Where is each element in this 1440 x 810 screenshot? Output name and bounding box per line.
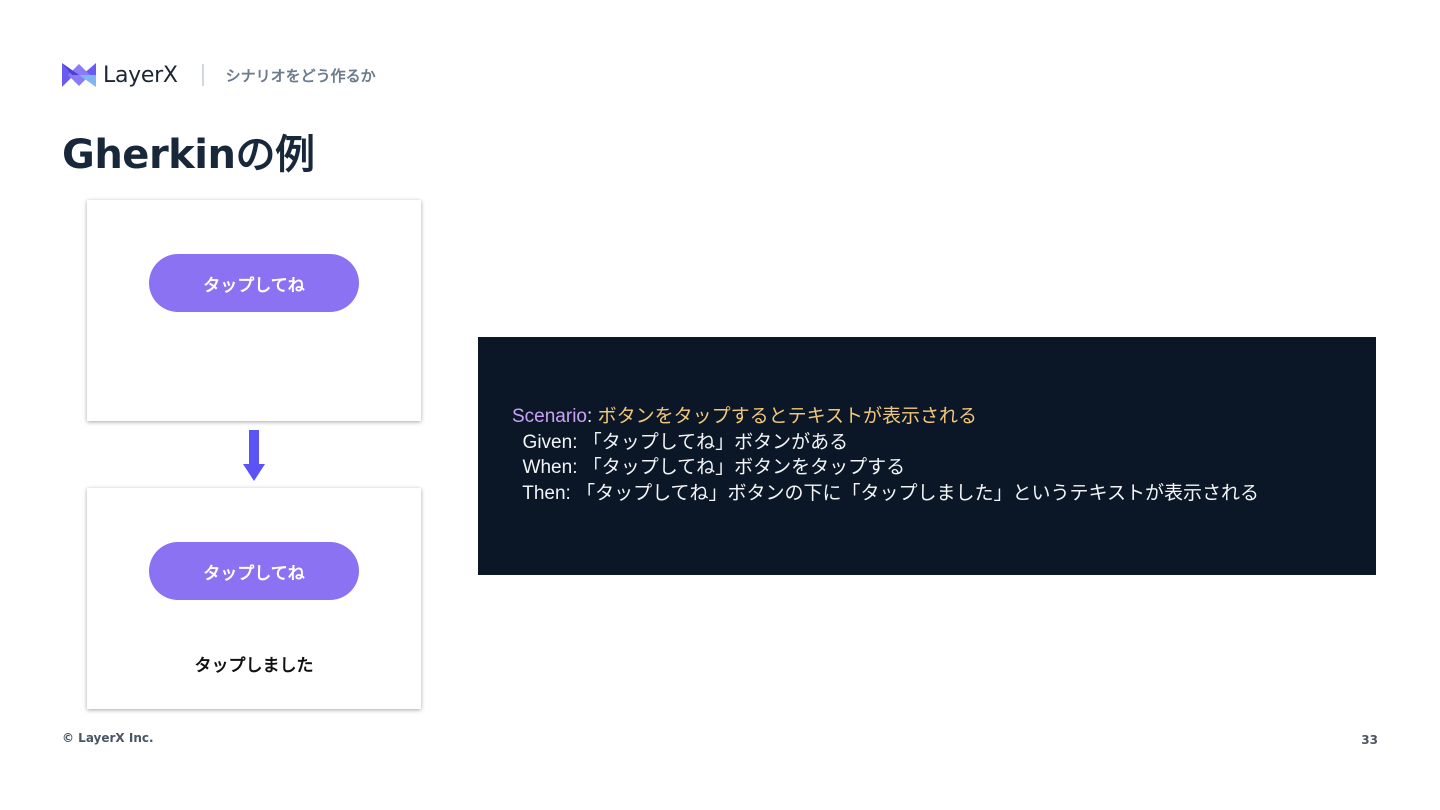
layerx-logo-icon: [62, 63, 96, 87]
slide-header: LayerX シナリオをどう作るか: [62, 60, 376, 90]
tapped-result-text: タップしました: [194, 656, 314, 676]
section-title: シナリオをどう作るか: [225, 66, 376, 85]
when-line: When: 「タップしてね」ボタンをタップする: [512, 457, 906, 478]
tap-button-before[interactable]: タップしてね: [149, 254, 359, 312]
layerx-logo: LayerX: [62, 61, 178, 89]
scenario-title: ボタンをタップするとテキストが表示される: [597, 406, 977, 427]
scenario-keyword: Scenario: [512, 406, 587, 427]
gherkin-code-block: Scenario: ボタンをタップするとテキストが表示される Given: 「タ…: [478, 337, 1376, 575]
scenario-separator: :: [587, 406, 598, 427]
page-title: Gherkinの例: [62, 132, 315, 178]
mockup-before: タップしてね: [87, 200, 421, 421]
then-line: Then: 「タップしてね」ボタンの下に「タップしました」というテキストが表示さ…: [512, 482, 1259, 504]
given-line: Given: 「タップしてね」ボタンがある: [512, 431, 849, 453]
mockup-after: タップしてね タップしました: [87, 488, 421, 709]
copyright: © LayerX Inc.: [62, 731, 154, 745]
scenario-line: Scenario: ボタンをタップするとテキストが表示される: [512, 404, 1376, 430]
page-number: 33: [1361, 733, 1378, 747]
arrow-down-icon: [243, 430, 265, 481]
brand-name: LayerX: [103, 62, 178, 88]
tap-button-after[interactable]: タップしてね: [149, 542, 359, 600]
header-divider: [201, 64, 204, 86]
